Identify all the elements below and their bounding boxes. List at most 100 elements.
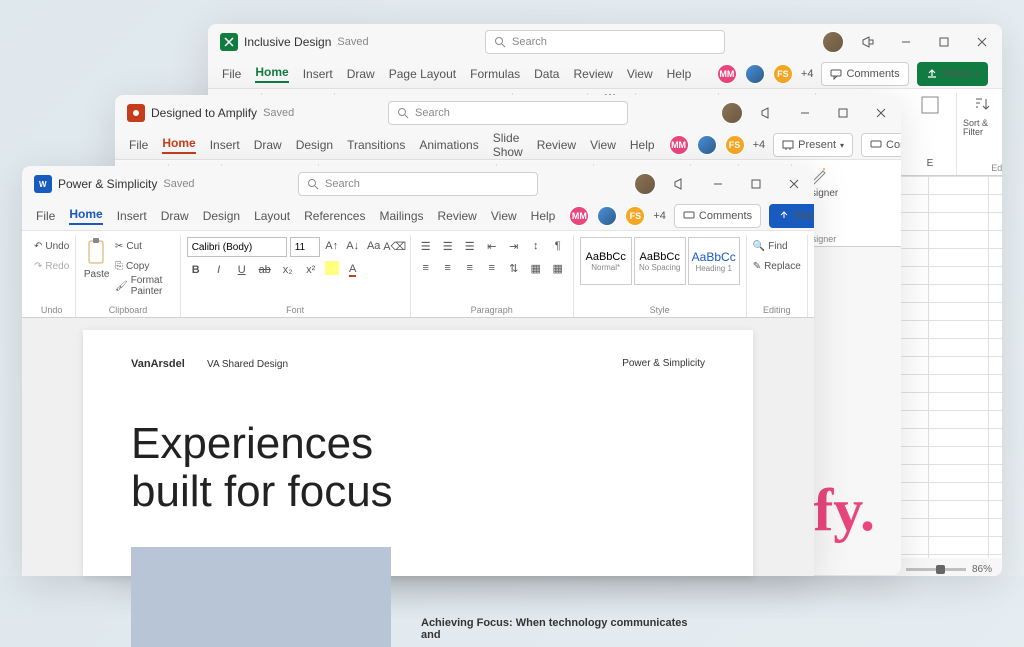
megaphone-icon[interactable] [666, 170, 694, 198]
tab-help[interactable]: Help [667, 67, 692, 81]
present-button[interactable]: Present▾ [773, 133, 853, 157]
tab-home[interactable]: Home [255, 65, 288, 83]
bold[interactable]: B [187, 261, 205, 279]
tab-review[interactable]: Review [573, 67, 612, 81]
tab-file[interactable]: File [129, 138, 148, 152]
collab-avatar-fs[interactable]: FS [625, 206, 645, 226]
word-document-area[interactable]: VanArsdel VA Shared Design Power & Simpl… [22, 318, 814, 576]
megaphone-icon[interactable] [753, 99, 781, 127]
grow-font[interactable]: A↑ [323, 237, 341, 255]
dec-indent[interactable]: ⇤ [483, 237, 501, 255]
tab-insert[interactable]: Insert [303, 67, 333, 81]
underline[interactable]: U [233, 261, 251, 279]
megaphone-icon[interactable] [854, 28, 882, 56]
format-painter[interactable]: 🖌 Format Painter [115, 277, 174, 295]
format-cells[interactable] [910, 95, 950, 115]
maximize-button[interactable] [930, 28, 958, 56]
find-button[interactable]: 🔍 Find [753, 237, 801, 255]
close-button[interactable] [780, 170, 808, 198]
tab-review[interactable]: Review [537, 138, 576, 152]
search-input[interactable]: Search [388, 101, 628, 125]
tab-animations[interactable]: Animations [419, 138, 478, 152]
search-input[interactable]: Search [485, 30, 725, 54]
tab-help[interactable]: Help [630, 138, 655, 152]
tab-layout[interactable]: Layout [254, 209, 290, 223]
collab-avatar-mm[interactable]: MM [669, 135, 689, 155]
align-right[interactable]: ≡ [461, 259, 479, 277]
user-avatar[interactable] [634, 173, 656, 195]
share-button[interactable]: Share▾ [769, 204, 814, 228]
multilevel[interactable]: ☰ [461, 237, 479, 255]
tab-insert[interactable]: Insert [117, 209, 147, 223]
minimize-button[interactable] [704, 170, 732, 198]
paste-button[interactable]: Paste [82, 237, 111, 280]
tab-pagelayout[interactable]: Page Layout [389, 67, 456, 81]
justify[interactable]: ≡ [483, 259, 501, 277]
tab-home[interactable]: Home [69, 207, 102, 225]
shading[interactable]: ▦ [527, 259, 545, 277]
tab-file[interactable]: File [222, 67, 241, 81]
undo-button[interactable]: ↶ Undo [34, 237, 69, 255]
style-nospacing[interactable]: AaBbCcNo Spacing [634, 237, 686, 285]
copy-button[interactable]: ⎘ Copy [115, 257, 174, 275]
zoom-slider[interactable] [906, 568, 966, 571]
italic[interactable]: I [210, 261, 228, 279]
tab-file[interactable]: File [36, 209, 55, 223]
tab-design[interactable]: Design [296, 138, 333, 152]
superscript[interactable]: x² [302, 261, 320, 279]
clear-format[interactable]: A⌫ [386, 237, 404, 255]
tab-data[interactable]: Data [534, 67, 559, 81]
collab-avatar-mm[interactable]: MM [569, 206, 589, 226]
column-header-e[interactable]: E [900, 158, 960, 169]
tab-home[interactable]: Home [162, 136, 195, 154]
style-heading1[interactable]: AaBbCcHeading 1 [688, 237, 740, 285]
tab-view[interactable]: View [491, 209, 517, 223]
comments-button[interactable]: Comments [821, 62, 908, 86]
tab-draw[interactable]: Draw [254, 138, 282, 152]
style-normal[interactable]: AaBbCcNormal* [580, 237, 632, 285]
collab-more[interactable]: +4 [653, 210, 666, 222]
cut-button[interactable]: ✂ Cut [115, 237, 174, 255]
strike[interactable]: ab [256, 261, 274, 279]
highlight[interactable] [325, 261, 339, 275]
tab-references[interactable]: References [304, 209, 365, 223]
sort[interactable]: ↕ [527, 237, 545, 255]
minimize-button[interactable] [791, 99, 819, 127]
tab-mailings[interactable]: Mailings [379, 209, 423, 223]
tab-draw[interactable]: Draw [347, 67, 375, 81]
tab-insert[interactable]: Insert [210, 138, 240, 152]
align-left[interactable]: ≡ [417, 259, 435, 277]
redo-button[interactable]: ↷ Redo [34, 257, 69, 275]
tab-help[interactable]: Help [531, 209, 556, 223]
share-button[interactable]: Share▾ [917, 62, 988, 86]
replace-button[interactable]: ✎ Replace [753, 257, 801, 275]
numbering[interactable]: ☰ [439, 237, 457, 255]
show-marks[interactable]: ¶ [549, 237, 567, 255]
tab-transitions[interactable]: Transitions [347, 138, 405, 152]
font-combo[interactable]: Calibri (Body) [187, 237, 287, 257]
collab-more[interactable]: +4 [801, 68, 814, 80]
maximize-button[interactable] [829, 99, 857, 127]
close-button[interactable] [968, 28, 996, 56]
sort-filter[interactable]: Sort & Filter [963, 95, 1002, 137]
maximize-button[interactable] [742, 170, 770, 198]
size-combo[interactable]: 11 [290, 237, 320, 257]
tab-draw[interactable]: Draw [161, 209, 189, 223]
collab-avatar-2[interactable] [697, 135, 717, 155]
tab-formulas[interactable]: Formulas [470, 67, 520, 81]
bullets[interactable]: ☰ [417, 237, 435, 255]
inc-indent[interactable]: ⇥ [505, 237, 523, 255]
search-input[interactable]: Search [298, 172, 538, 196]
tab-review[interactable]: Review [438, 209, 477, 223]
minimize-button[interactable] [892, 28, 920, 56]
tab-design[interactable]: Design [203, 209, 240, 223]
align-center[interactable]: ≡ [439, 259, 457, 277]
change-case[interactable]: Aa [365, 237, 383, 255]
subscript[interactable]: x₂ [279, 261, 297, 279]
collab-avatar-fs[interactable]: FS [773, 64, 793, 84]
tab-slideshow[interactable]: Slide Show [493, 131, 523, 159]
line-spacing[interactable]: ⇅ [505, 259, 523, 277]
borders[interactable]: ▦ [549, 259, 567, 277]
user-avatar[interactable] [822, 31, 844, 53]
collab-avatar-fs[interactable]: FS [725, 135, 745, 155]
